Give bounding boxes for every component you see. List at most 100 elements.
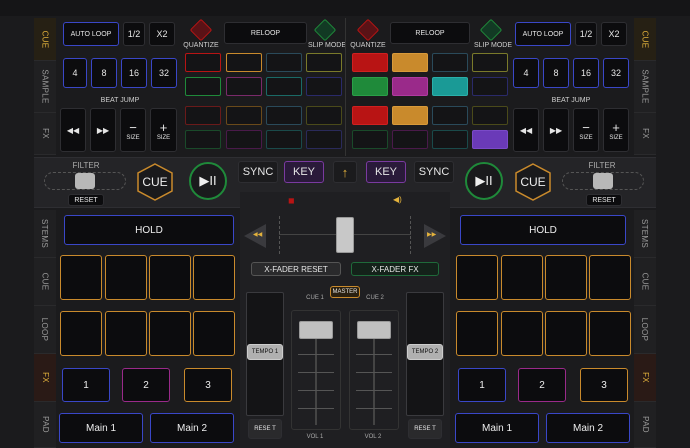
hotcue-pad[interactable] bbox=[432, 106, 468, 125]
tab-cue-bottom-right[interactable]: CUE bbox=[634, 258, 656, 306]
fx-slot-3-left[interactable]: 3 bbox=[184, 368, 232, 402]
hotcue-pad[interactable] bbox=[352, 106, 388, 125]
fx-pad[interactable] bbox=[545, 311, 587, 356]
tempo2-slider[interactable]: TEMPO 2 bbox=[407, 344, 443, 360]
sync-button-left[interactable]: SYNC bbox=[238, 161, 278, 183]
vol2-fader[interactable] bbox=[357, 321, 391, 339]
xfader-reset-button[interactable]: X-FADER RESET bbox=[251, 262, 341, 276]
tempo1-reset-button[interactable]: RESE T bbox=[248, 419, 282, 439]
loop-half-button-left[interactable]: 1/2 bbox=[123, 22, 145, 46]
hotcue-pad[interactable] bbox=[226, 106, 262, 125]
key-button-left[interactable]: KEY bbox=[284, 161, 324, 183]
mute-icon[interactable]: ◼ bbox=[288, 196, 295, 205]
size-minus-right[interactable]: − SIZE bbox=[573, 108, 599, 152]
hotcue-pad[interactable] bbox=[432, 130, 468, 149]
tab-sample-left[interactable]: SAMPLE bbox=[34, 61, 56, 113]
beat-jump-fwd-left[interactable]: ▶▶ bbox=[90, 108, 116, 152]
slip-mode-icon-left[interactable] bbox=[313, 18, 337, 42]
loop-size-16-left[interactable]: 16 bbox=[121, 58, 147, 88]
tab-loop-left[interactable]: LOOP bbox=[34, 306, 56, 354]
filter-knob-left[interactable] bbox=[75, 173, 95, 189]
hotcue-pad[interactable] bbox=[185, 130, 221, 149]
filter-reset-left[interactable]: RESET bbox=[68, 194, 104, 206]
master-arrow-icon[interactable]: ↑ bbox=[333, 161, 357, 183]
hotcue-pad[interactable] bbox=[306, 53, 342, 72]
fx-pad[interactable] bbox=[149, 255, 191, 300]
slip-mode-icon-right[interactable] bbox=[479, 18, 503, 42]
fx-pad[interactable] bbox=[501, 311, 543, 356]
hold-button-left[interactable]: HOLD bbox=[64, 215, 234, 245]
loop-size-32-right[interactable]: 32 bbox=[603, 58, 629, 88]
hotcue-pad[interactable] bbox=[352, 130, 388, 149]
play-button-right[interactable]: ▶II bbox=[465, 162, 503, 200]
fx-pad[interactable] bbox=[589, 255, 631, 300]
vol1-fader[interactable] bbox=[299, 321, 333, 339]
tab-cue-left[interactable]: CUE bbox=[34, 18, 56, 61]
hotcue-pad[interactable] bbox=[306, 130, 342, 149]
filter-reset-right[interactable]: RESET bbox=[586, 194, 622, 206]
tab-fx-bottom-left[interactable]: FX bbox=[34, 354, 56, 402]
hotcue-pad[interactable] bbox=[352, 77, 388, 96]
fx-pad[interactable] bbox=[589, 311, 631, 356]
fx-pad[interactable] bbox=[501, 255, 543, 300]
beat-jump-back-right[interactable]: ◀◀ bbox=[513, 108, 539, 152]
hotcue-pad[interactable] bbox=[432, 77, 468, 96]
hotcue-pad[interactable] bbox=[306, 77, 342, 96]
fx-slot-1-right[interactable]: 1 bbox=[458, 368, 506, 402]
cue-button-left[interactable]: CUE bbox=[136, 162, 174, 202]
play-button-left[interactable]: ▶II bbox=[189, 162, 227, 200]
hotcue-pad[interactable] bbox=[392, 77, 428, 96]
beat-jump-fwd-right[interactable]: ▶▶ bbox=[543, 108, 569, 152]
key-button-right[interactable]: KEY bbox=[366, 161, 406, 183]
tab-cue-right[interactable]: CUE bbox=[634, 18, 656, 61]
fx-slot-2-left[interactable]: 2 bbox=[122, 368, 170, 402]
sync-button-right[interactable]: SYNC bbox=[414, 161, 454, 183]
hotcue-pad[interactable] bbox=[266, 77, 302, 96]
hotcue-pad[interactable] bbox=[472, 77, 508, 96]
xfader-fx-button[interactable]: X-FADER FX bbox=[351, 262, 439, 276]
loop-size-4-left[interactable]: 4 bbox=[63, 58, 87, 88]
loop-half-button-right[interactable]: 1/2 bbox=[575, 22, 597, 46]
loop-size-8-left[interactable]: 8 bbox=[91, 58, 117, 88]
hotcue-pad[interactable] bbox=[226, 77, 262, 96]
fx-pad[interactable] bbox=[545, 255, 587, 300]
tempo1-slider[interactable]: TEMPO 1 bbox=[247, 344, 283, 360]
hotcue-pad[interactable] bbox=[472, 53, 508, 72]
reloop-button-left[interactable]: RELOOP bbox=[224, 22, 307, 44]
loop-size-16-right[interactable]: 16 bbox=[573, 58, 599, 88]
tab-sample-right[interactable]: SAMPLE bbox=[634, 61, 656, 113]
fx-pad[interactable] bbox=[105, 255, 147, 300]
hold-button-right[interactable]: HOLD bbox=[460, 215, 626, 245]
loop-double-button-right[interactable]: X2 bbox=[601, 22, 627, 46]
master-button[interactable]: MASTER bbox=[330, 286, 360, 298]
size-minus-left[interactable]: − SIZE bbox=[120, 108, 146, 152]
hotcue-pad[interactable] bbox=[472, 106, 508, 125]
hotcue-pad[interactable] bbox=[392, 53, 428, 72]
hotcue-pad[interactable] bbox=[226, 130, 262, 149]
hotcue-pad[interactable] bbox=[185, 53, 221, 72]
hotcue-pad[interactable] bbox=[352, 53, 388, 72]
main-1-button-left[interactable]: Main 1 bbox=[59, 413, 143, 443]
fx-pad[interactable] bbox=[193, 255, 235, 300]
fx-pad[interactable] bbox=[456, 311, 498, 356]
tab-stems-right[interactable]: STEMS bbox=[634, 210, 656, 258]
hotcue-pad[interactable] bbox=[392, 130, 428, 149]
hotcue-pad[interactable] bbox=[432, 53, 468, 72]
hotcue-pad[interactable] bbox=[185, 77, 221, 96]
tab-pad-right[interactable]: PAD bbox=[634, 402, 656, 448]
size-plus-right[interactable]: + SIZE bbox=[603, 108, 629, 152]
fx-pad[interactable] bbox=[456, 255, 498, 300]
size-plus-left[interactable]: + SIZE bbox=[150, 108, 177, 152]
tab-fx-left[interactable]: FX bbox=[34, 113, 56, 155]
fx-slot-2-right[interactable]: 2 bbox=[518, 368, 566, 402]
hotcue-pad[interactable] bbox=[472, 130, 508, 149]
beat-jump-back-left[interactable]: ◀◀ bbox=[60, 108, 86, 152]
fx-pad[interactable] bbox=[193, 311, 235, 356]
crossfader-knob[interactable] bbox=[336, 217, 354, 253]
main-2-button-right[interactable]: Main 2 bbox=[546, 413, 630, 443]
fx-pad[interactable] bbox=[60, 311, 102, 356]
tab-pad-left[interactable]: PAD bbox=[34, 402, 56, 448]
hotcue-pad[interactable] bbox=[266, 130, 302, 149]
hotcue-pad[interactable] bbox=[226, 53, 262, 72]
cue-button-right[interactable]: CUE bbox=[514, 162, 552, 202]
